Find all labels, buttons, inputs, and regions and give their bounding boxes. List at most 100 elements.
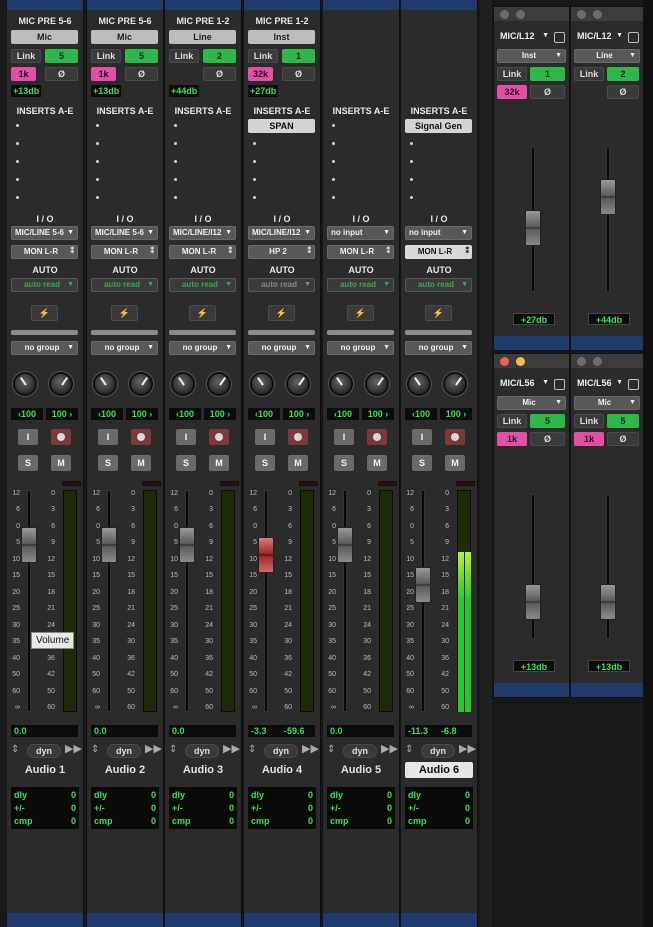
mute-button[interactable]: M <box>288 455 308 471</box>
minimize-button[interactable] <box>516 357 525 366</box>
phase-button[interactable]: Ø <box>530 85 565 99</box>
input-type-selector[interactable]: Mic ▼ <box>574 396 640 410</box>
send-arrow-icon[interactable]: ▶▶ <box>145 742 162 755</box>
automation-mode[interactable]: auto read ▼ <box>405 278 472 292</box>
dyn-button[interactable]: dyn <box>421 744 455 758</box>
record-button[interactable] <box>131 429 151 445</box>
input-selector[interactable]: no input ▼ <box>405 226 472 240</box>
phase-button[interactable]: Ø <box>607 85 639 99</box>
input-select[interactable]: Mic <box>91 30 158 44</box>
record-button[interactable] <box>288 429 308 445</box>
solo-button[interactable]: S <box>98 455 118 471</box>
mute-button[interactable]: M <box>445 455 465 471</box>
bolt-icon[interactable]: ⚡ <box>268 305 295 321</box>
input-monitor-button[interactable]: I <box>18 429 38 445</box>
input-monitor-button[interactable]: I <box>176 429 196 445</box>
dyn-button[interactable]: dyn <box>343 744 377 758</box>
pan-right-readout[interactable]: 100 › <box>126 408 158 420</box>
record-button[interactable] <box>445 429 465 445</box>
pan-left-readout[interactable]: ‹100 <box>327 408 359 420</box>
input-monitor-button[interactable]: I <box>98 429 118 445</box>
pan-knob-left[interactable] <box>13 372 37 396</box>
volume-fader[interactable] <box>415 567 431 603</box>
phase-button[interactable]: Ø <box>282 67 315 81</box>
link-value[interactable]: 1 <box>282 49 315 63</box>
track-name[interactable]: Audio 4 <box>248 762 316 778</box>
automation-mode[interactable]: auto read ▼ <box>327 278 394 292</box>
close-button[interactable] <box>500 10 509 19</box>
group-selector[interactable]: no group ▼ <box>327 341 394 355</box>
track-name[interactable]: Audio 3 <box>169 762 237 778</box>
compare-icon[interactable] <box>554 379 565 390</box>
insert-slot-empty[interactable] <box>253 196 256 199</box>
output-selector[interactable]: MON L-R ⁑ <box>91 245 158 259</box>
clip-indicator-right[interactable] <box>465 481 475 486</box>
automation-mode[interactable]: auto read ▼ <box>91 278 158 292</box>
insert-slot-empty[interactable] <box>253 160 256 163</box>
volume-readout[interactable]: 0.0 <box>11 725 44 737</box>
minimize-button[interactable] <box>516 10 525 19</box>
close-button[interactable] <box>577 10 586 19</box>
pan-knob-left[interactable] <box>93 372 117 396</box>
input-selector[interactable]: MIC/LINE 5-6 ▼ <box>91 226 158 240</box>
group-selector[interactable]: no group ▼ <box>91 341 158 355</box>
insert-slot-empty[interactable] <box>332 160 335 163</box>
pan-left-readout[interactable]: ‹100 <box>11 408 43 420</box>
pan-arrows-icon[interactable]: ⇕ <box>248 744 256 755</box>
record-button[interactable] <box>209 429 229 445</box>
gain-fader[interactable] <box>600 584 616 620</box>
insert-slot-empty[interactable] <box>174 196 177 199</box>
bolt-icon[interactable]: ⚡ <box>31 305 58 321</box>
pan-arrows-icon[interactable]: ⇕ <box>327 744 335 755</box>
pan-left-readout[interactable]: ‹100 <box>91 408 123 420</box>
hpf-button[interactable]: 32k <box>248 67 273 81</box>
hpf-button[interactable]: 1k <box>11 67 36 81</box>
volume-fader[interactable] <box>179 527 195 563</box>
volume-readout[interactable]: 0.0 <box>169 725 202 737</box>
pan-left-readout[interactable]: ‹100 <box>248 408 280 420</box>
input-type-selector[interactable]: Mic ▼ <box>497 396 566 410</box>
gain-fader[interactable] <box>525 210 541 246</box>
insert-slot-empty[interactable] <box>16 178 19 181</box>
mute-button[interactable]: M <box>367 455 387 471</box>
compare-icon[interactable] <box>628 32 639 43</box>
hpf-button[interactable]: 1k <box>497 432 527 446</box>
minimize-button[interactable] <box>593 357 602 366</box>
insert-slot[interactable]: Signal Gen <box>405 119 472 133</box>
insert-slot-empty[interactable] <box>96 124 99 127</box>
insert-slot-empty[interactable] <box>16 160 19 163</box>
hpf-button[interactable]: 1k <box>574 432 604 446</box>
input-select[interactable]: Line <box>169 30 236 44</box>
insert-slot-empty[interactable] <box>96 160 99 163</box>
insert-slot-empty[interactable] <box>96 196 99 199</box>
volume-readout[interactable]: 0.0 <box>91 725 124 737</box>
insert-slot-empty[interactable] <box>174 142 177 145</box>
input-selector[interactable]: no input ▼ <box>327 226 394 240</box>
output-selector[interactable]: MON L-R ⁑ <box>405 245 472 259</box>
mute-button[interactable]: M <box>131 455 151 471</box>
link-button[interactable]: Link <box>497 67 527 81</box>
input-select[interactable]: Mic <box>11 30 78 44</box>
link-button[interactable]: Link <box>11 49 41 63</box>
pan-right-readout[interactable]: 100 › <box>46 408 78 420</box>
link-button[interactable]: Link <box>169 49 199 63</box>
pan-left-readout[interactable]: ‹100 <box>169 408 201 420</box>
solo-button[interactable]: S <box>412 455 432 471</box>
pan-arrows-icon[interactable]: ⇕ <box>11 744 19 755</box>
volume-fader[interactable] <box>258 537 274 573</box>
link-button[interactable]: Link <box>574 67 604 81</box>
pan-knob-right[interactable] <box>365 372 389 396</box>
insert-slot[interactable]: SPAN <box>248 119 315 133</box>
phase-button[interactable]: Ø <box>203 67 236 81</box>
hpf-button[interactable]: 32k <box>497 85 527 99</box>
close-button[interactable] <box>577 357 586 366</box>
dyn-button[interactable]: dyn <box>27 744 61 758</box>
input-selector[interactable]: MIC/LINE/I12 ▼ <box>248 226 315 240</box>
group-selector[interactable]: no group ▼ <box>248 341 315 355</box>
solo-button[interactable]: S <box>176 455 196 471</box>
send-arrow-icon[interactable]: ▶▶ <box>65 742 82 755</box>
minimize-button[interactable] <box>593 10 602 19</box>
volume-readout[interactable]: -11.3 <box>405 725 438 737</box>
dyn-button[interactable]: dyn <box>107 744 141 758</box>
input-selector[interactable]: MIC/LINE 5-6 ▼ <box>11 226 78 240</box>
